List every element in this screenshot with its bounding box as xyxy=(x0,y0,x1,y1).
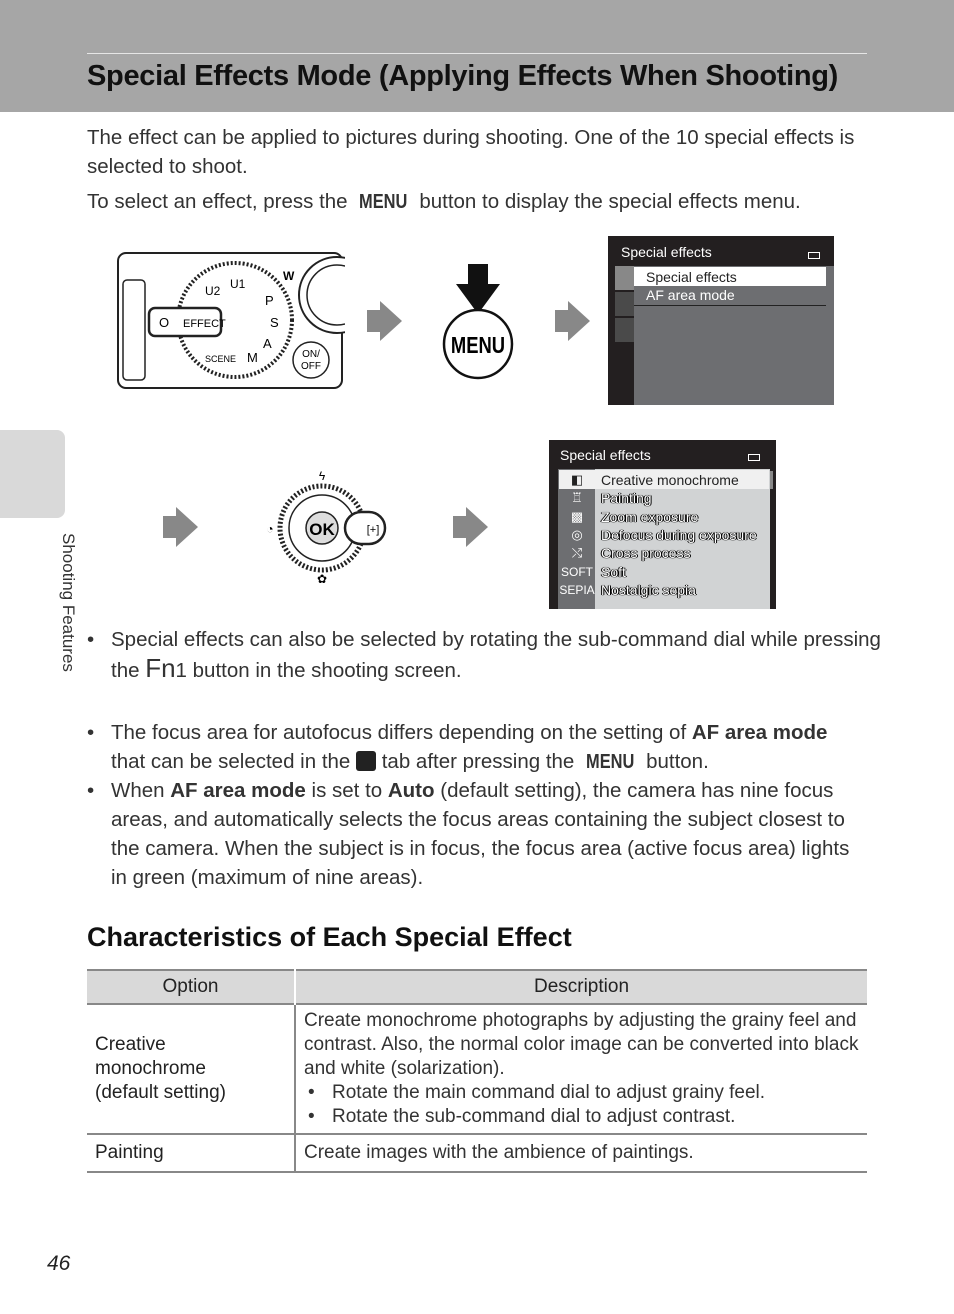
svg-text:P: P xyxy=(265,293,274,308)
svg-text:U2: U2 xyxy=(205,284,221,298)
text: that can be selected in the xyxy=(111,750,357,773)
svg-text:U1: U1 xyxy=(230,277,246,291)
multi-selector-illustration: OK [+] ϟ ◔ ✿ xyxy=(266,469,387,586)
bullet-item: The focus area for autofocus differs dep… xyxy=(87,718,867,776)
page-number: 46 xyxy=(47,1252,71,1275)
section-tab xyxy=(0,430,65,518)
bullet-item: When AF area mode is set to Auto (defaul… xyxy=(87,776,867,892)
shooting-tab-icon[interactable] xyxy=(615,266,634,290)
description-cell: Create monochrome photographs by adjusti… xyxy=(295,1004,867,1134)
option-cell: Creative monochrome (default setting) xyxy=(87,1004,296,1134)
text-bold: AF area mode xyxy=(691,721,828,744)
description-cell: Create images with the ambience of paint… xyxy=(295,1134,867,1172)
flow-arrow-head xyxy=(466,507,488,547)
text: tab after pressing the xyxy=(376,750,581,773)
effect-option[interactable]: Painting xyxy=(601,489,652,507)
svg-text:[+]: [+] xyxy=(367,524,380,536)
intro-paragraph: The effect can be applied to pictures du… xyxy=(87,126,855,178)
effects-table: Option Description Creative monochrome (… xyxy=(87,969,867,1173)
table-row: Creative monochrome (default setting) Cre… xyxy=(87,1004,867,1134)
effect-icon: SEPIA xyxy=(559,582,595,597)
manual-page: Special Effects Mode (Applying Effects W… xyxy=(0,0,954,1314)
header-band xyxy=(0,0,954,112)
text: When xyxy=(111,779,171,802)
fn-button-glyph: Fn xyxy=(145,653,176,683)
menu-button-illustration: MENU xyxy=(442,264,514,380)
effect-icon: ▩ xyxy=(570,508,584,524)
table-row: Painting Create images with the ambience … xyxy=(87,1134,867,1172)
playback-tab-icon[interactable] xyxy=(615,292,634,316)
svg-text:SCENE: SCENE xyxy=(205,354,236,364)
special-effects-screen: Special effects ◧ Creative monochrome ♖ Pai… xyxy=(549,440,776,609)
ok-button-label: OK xyxy=(309,520,335,539)
effect-option[interactable]: Creative monochrome xyxy=(601,471,739,489)
svg-text:ϟ: ϟ xyxy=(319,469,326,483)
effect-icon: ◧ xyxy=(570,472,584,487)
effect-icon: ♖ xyxy=(571,490,583,506)
description-text: Create images with the ambience of paint… xyxy=(304,1142,694,1163)
battery-icon xyxy=(748,454,760,461)
text: To select an effect, press the xyxy=(87,190,354,213)
divider xyxy=(634,305,826,306)
flow-arrow xyxy=(453,516,467,538)
option-cell: Painting xyxy=(87,1134,296,1172)
bullet-item: Special effects can also be selected by … xyxy=(87,625,891,685)
effect-option[interactable]: Nostalgic sepia xyxy=(601,581,696,599)
column-header: Description xyxy=(295,970,867,1004)
flow-arrow xyxy=(555,310,569,332)
menu-button-glyph: MENU xyxy=(359,190,408,213)
svg-text:OFF: OFF xyxy=(301,361,321,372)
camera-menu-screen: Special effects Special effects AF area … xyxy=(608,236,834,405)
effect-option[interactable]: Soft xyxy=(601,563,626,581)
effect-icon: ◎ xyxy=(571,526,583,542)
effect-icon: SOFT xyxy=(561,564,593,579)
intro-paragraph-2: To select an effect, press the MENU butt… xyxy=(87,187,887,216)
svg-text:O: O xyxy=(159,315,169,330)
menu-button-glyph: MENU xyxy=(586,750,635,773)
scrollbar[interactable] xyxy=(770,471,773,489)
screen-title: Special effects xyxy=(621,244,712,260)
text: button. xyxy=(640,750,709,773)
description-text: Create monochrome photographs by adjusti… xyxy=(304,1010,859,1079)
svg-text:A: A xyxy=(263,336,272,351)
text: button to display the special effects me… xyxy=(413,190,801,213)
text: is set to xyxy=(305,779,388,802)
screen-title: Special effects xyxy=(560,447,651,463)
battery-icon xyxy=(808,252,820,259)
flow-arrow-head xyxy=(568,301,590,341)
menu-item-af-area-mode[interactable]: AF area mode xyxy=(646,286,735,304)
text: 1 button in the shooting screen. xyxy=(175,659,462,682)
shooting-menu-icon xyxy=(356,751,377,771)
bullet-list: The focus area for autofocus differs dep… xyxy=(87,718,867,892)
flow-arrow xyxy=(367,310,381,332)
power-button-label: ON/ xyxy=(302,349,320,360)
description-bullet: Rotate the main command dial to adjust g… xyxy=(308,1081,859,1105)
description-bullet: Rotate the sub-command dial to adjust co… xyxy=(308,1105,859,1129)
text-bold: AF area mode xyxy=(170,779,306,802)
svg-text:✿: ✿ xyxy=(317,572,327,586)
camera-top-dial-illustration: ON/ OFF O EFFECT U1 U2 P S A M SCENE W xyxy=(117,252,345,389)
section-heading: Characteristics of Each Special Effect xyxy=(87,922,572,952)
flow-arrow-head xyxy=(380,301,402,341)
effect-option[interactable]: Cross process xyxy=(601,544,690,562)
text-bold: Auto xyxy=(387,779,435,802)
svg-text:W: W xyxy=(283,269,295,283)
svg-text:M: M xyxy=(247,350,258,365)
flow-arrow xyxy=(163,516,177,538)
header-rule xyxy=(87,53,867,54)
menu-item-special-effects[interactable]: Special effects xyxy=(646,268,737,286)
text: The focus area for autofocus differs dep… xyxy=(111,721,692,744)
section-tab-label: Shooting Features xyxy=(59,533,78,672)
effect-label: EFFECT xyxy=(183,318,226,330)
page-title: Special Effects Mode (Applying Effects W… xyxy=(87,60,839,92)
effect-option[interactable]: Zoom exposure xyxy=(601,508,698,526)
svg-text:◔: ◔ xyxy=(266,522,273,536)
effect-icon: ⤭ xyxy=(571,545,583,561)
effect-option[interactable]: Defocus during exposure xyxy=(601,526,757,544)
svg-text:S: S xyxy=(270,315,279,330)
column-header: Option xyxy=(87,970,296,1004)
setup-tab-icon[interactable] xyxy=(615,318,634,342)
menu-button-label: MENU xyxy=(451,333,505,358)
flow-arrow-head xyxy=(176,507,198,547)
